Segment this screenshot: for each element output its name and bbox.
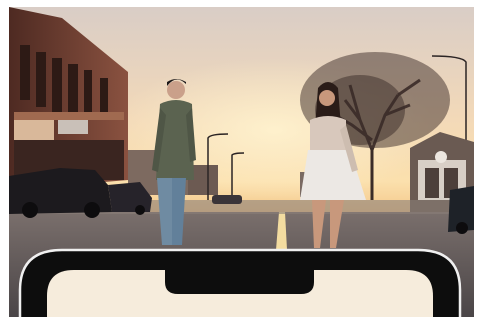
street-photo (0, 0, 479, 317)
parked-car-right (448, 186, 474, 234)
clock-sign (435, 151, 447, 163)
notch-icon (165, 263, 314, 294)
storefront-sign (14, 120, 54, 140)
phone-frame-icon (18, 248, 462, 317)
photo-scene (0, 0, 479, 317)
